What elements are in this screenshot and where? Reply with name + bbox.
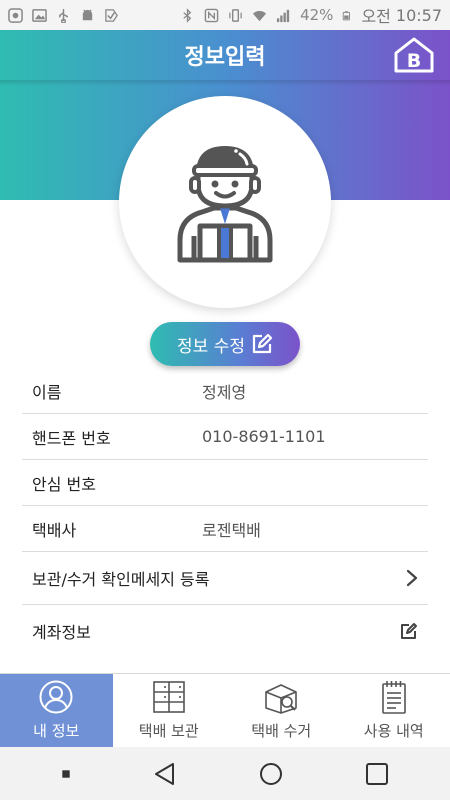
page-title: 정보입력 xyxy=(184,45,266,70)
info-list: 이름 정제영 핸드폰 번호 010-8691-1101 안심 번호 택배사 로젠… xyxy=(22,368,428,657)
safe-number-label: 안심 번호 xyxy=(32,474,96,494)
nav-parcel-storage[interactable]: 택배 보관 xyxy=(113,674,226,747)
wifi-icon xyxy=(253,10,267,21)
info-row-safe-number: 안심 번호 xyxy=(22,460,428,506)
info-row-name: 이름 정제영 xyxy=(22,368,428,414)
info-row-courier: 택배사 로젠택배 xyxy=(22,506,428,552)
profile-avatar xyxy=(119,96,331,308)
info-row-account[interactable]: 계좌정보 xyxy=(22,605,428,657)
nav-my-info[interactable]: 내 정보 xyxy=(0,674,113,747)
nfc-icon xyxy=(204,8,219,22)
signal-icon xyxy=(277,9,290,22)
nav-usage-history[interactable]: 사용 내역 xyxy=(338,674,450,747)
overview-icon[interactable] xyxy=(364,761,390,787)
usb-icon xyxy=(59,8,68,23)
chevron-right-icon xyxy=(406,569,418,587)
home-icon[interactable] xyxy=(258,761,284,787)
courier-label: 택배사 xyxy=(32,520,77,540)
nav-parcel-pickup[interactable]: 택배 수거 xyxy=(225,674,338,747)
nav-my-info-label: 내 정보 xyxy=(33,722,80,740)
app-notification-icon xyxy=(8,7,23,23)
app-bar-shadow xyxy=(0,80,450,86)
edit-icon xyxy=(252,333,273,354)
user-icon xyxy=(39,680,73,714)
info-row-phone: 핸드폰 번호 010-8691-1101 xyxy=(22,414,428,460)
name-label: 이름 xyxy=(32,382,62,402)
android-debug-icon xyxy=(82,8,93,20)
edit-profile-button[interactable]: 정보 수정 xyxy=(150,322,300,366)
courier-value: 로젠택배 xyxy=(202,520,261,540)
app-bar: 정보입력 xyxy=(0,30,450,80)
clock-time: 10:57 xyxy=(395,5,442,25)
android-navigation-bar xyxy=(0,747,450,800)
check-notification-icon xyxy=(105,8,118,22)
confirm-message-label: 보관/수거 확인메세지 등록 xyxy=(32,570,210,589)
svg-text:B: B xyxy=(407,50,421,72)
recent-dot-icon[interactable] xyxy=(60,768,72,780)
image-notification-icon xyxy=(32,8,47,22)
nav-parcel-pickup-label: 택배 수거 xyxy=(251,722,312,740)
nav-parcel-storage-label: 택배 보관 xyxy=(138,722,199,740)
bluetooth-icon xyxy=(183,7,192,23)
parcel-search-icon xyxy=(265,684,298,714)
bottom-navigation: 내 정보 택배 보관 택배 수거 사용 내역 xyxy=(0,673,450,747)
status-system: 42% 오전 10:57 xyxy=(180,3,442,27)
status-notifications xyxy=(8,7,119,23)
delivery-person-icon xyxy=(177,146,273,263)
clock-period: 오전 xyxy=(361,7,391,26)
edit-account-icon[interactable] xyxy=(400,622,418,640)
status-bar: 42% 오전 10:57 xyxy=(0,0,450,30)
b-home-icon[interactable]: B xyxy=(392,36,436,74)
locker-icon xyxy=(152,681,185,713)
phone-value: 010-8691-1101 xyxy=(202,427,326,446)
edit-profile-label: 정보 수정 xyxy=(177,336,245,357)
name-value: 정제영 xyxy=(202,382,247,402)
back-icon[interactable] xyxy=(152,761,178,787)
notepad-icon xyxy=(381,681,406,714)
account-label: 계좌정보 xyxy=(32,623,91,642)
battery-icon xyxy=(343,10,351,20)
info-row-confirm-message[interactable]: 보관/수거 확인메세지 등록 xyxy=(22,552,428,605)
battery-percentage: 42% xyxy=(300,6,334,24)
nav-usage-history-label: 사용 내역 xyxy=(363,722,424,740)
vibrate-icon xyxy=(229,8,242,22)
phone-label: 핸드폰 번호 xyxy=(32,428,111,448)
